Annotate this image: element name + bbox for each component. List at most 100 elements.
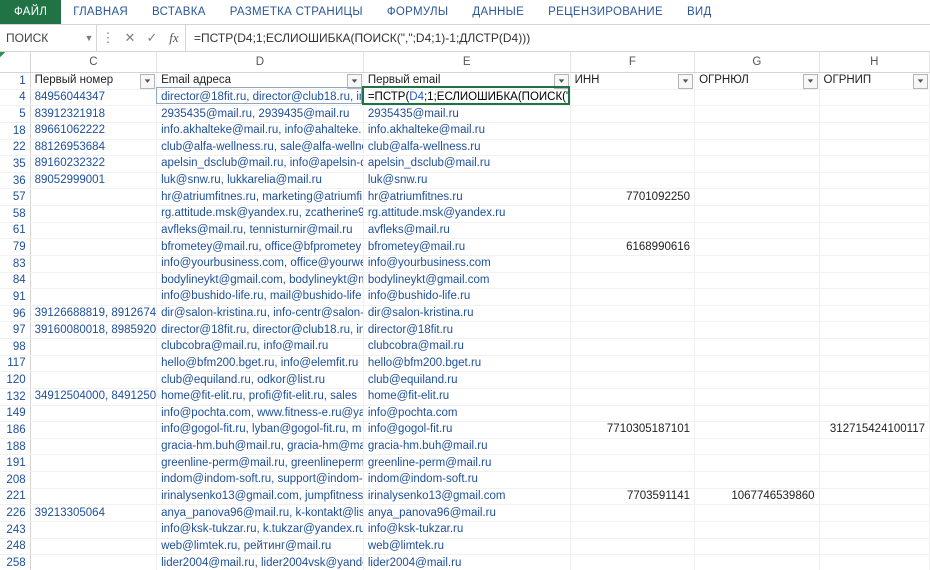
cell-D[interactable]: bfrometey@mail.ru, office@bfprometey	[157, 239, 364, 256]
cell-F[interactable]	[570, 272, 694, 289]
ribbon-tab-file[interactable]: ФАЙЛ	[0, 0, 61, 24]
cell-E[interactable]: avfleks@mail.ru	[363, 222, 570, 239]
col-header-H[interactable]: H	[819, 52, 929, 73]
row-header[interactable]: 22	[0, 139, 30, 156]
cell-H[interactable]	[819, 438, 929, 455]
cell-D[interactable]: gracia-hm.buh@mail.ru, gracia-hm@mail	[157, 438, 364, 455]
cell-D[interactable]: anya_panova96@mail.ru, k-kontakt@list.	[157, 505, 364, 522]
cell-C[interactable]: 84956044347	[30, 89, 156, 106]
cell-F[interactable]	[570, 206, 694, 223]
cell-C[interactable]	[30, 289, 156, 306]
cell-H[interactable]: ОГРНИП	[819, 73, 929, 90]
cell-G[interactable]	[695, 272, 819, 289]
filter-dropdown-icon[interactable]	[140, 74, 155, 89]
cell-G[interactable]	[695, 505, 819, 522]
row-header[interactable]: 248	[0, 538, 30, 555]
cell-G[interactable]	[695, 305, 819, 322]
cell-C[interactable]: 39213305064	[30, 505, 156, 522]
insert-function-icon[interactable]: fx	[163, 30, 185, 46]
cell-H[interactable]	[819, 189, 929, 206]
cell-H[interactable]	[819, 305, 929, 322]
cell-E[interactable]: =ПСТР(D4;1;ЕСЛИОШИБКА(ПОИСК(",";D4;1)-1;…	[363, 89, 570, 106]
cell-G[interactable]	[695, 322, 819, 339]
row-header[interactable]: 186	[0, 422, 30, 439]
cell-C[interactable]	[30, 206, 156, 223]
cell-E[interactable]: Первый email	[363, 73, 570, 90]
cell-C[interactable]: 89160232322	[30, 156, 156, 173]
cell-F[interactable]	[570, 505, 694, 522]
cell-C[interactable]: 39126688819, 89126741422	[30, 305, 156, 322]
cell-E[interactable]: 2935435@mail.ru	[363, 106, 570, 123]
cell-E[interactable]: apelsin_dsclub@mail.ru	[363, 156, 570, 173]
row-header[interactable]: 208	[0, 472, 30, 489]
cell-E[interactable]: club@equiland.ru	[363, 372, 570, 389]
cell-E[interactable]: info@bushido-life.ru	[363, 289, 570, 306]
cell-C[interactable]	[30, 538, 156, 555]
cell-C[interactable]	[30, 472, 156, 489]
row-header[interactable]: 98	[0, 339, 30, 356]
cell-D[interactable]: greenline-perm@mail.ru, greenlineperm	[157, 455, 364, 472]
cell-G[interactable]	[695, 239, 819, 256]
cell-G[interactable]: 1067746539860	[695, 488, 819, 505]
cell-E[interactable]: info@pochta.com	[363, 405, 570, 422]
cell-C[interactable]: Первый номер	[30, 73, 156, 90]
cell-H[interactable]	[819, 355, 929, 372]
cell-H[interactable]	[819, 322, 929, 339]
cell-E[interactable]: home@fit-elit.ru	[363, 388, 570, 405]
cell-G[interactable]	[695, 472, 819, 489]
cell-G[interactable]	[695, 289, 819, 306]
cell-F[interactable]	[570, 172, 694, 189]
cell-C[interactable]: 39160080018, 89859202218	[30, 322, 156, 339]
cell-G[interactable]	[695, 438, 819, 455]
cell-F[interactable]	[570, 438, 694, 455]
row-header[interactable]: 120	[0, 372, 30, 389]
cell-E[interactable]: hello@bfm200.bget.ru	[363, 355, 570, 372]
cell-E[interactable]: info@yourbusiness.com	[363, 255, 570, 272]
row-header[interactable]: 188	[0, 438, 30, 455]
cell-C[interactable]	[30, 339, 156, 356]
cell-D[interactable]: bodylineykt@gmail.com, bodylineykt@m	[157, 272, 364, 289]
ribbon-tab-data[interactable]: ДАННЫЕ	[460, 0, 536, 24]
filter-dropdown-icon[interactable]	[913, 74, 928, 89]
name-box-dropdown-icon[interactable]: ▼	[82, 33, 96, 43]
cell-F[interactable]	[570, 388, 694, 405]
cell-H[interactable]	[819, 521, 929, 538]
cell-H[interactable]	[819, 472, 929, 489]
cell-C[interactable]	[30, 189, 156, 206]
cell-H[interactable]	[819, 106, 929, 123]
cell-C[interactable]	[30, 422, 156, 439]
cell-G[interactable]	[695, 555, 819, 570]
cell-D[interactable]: apelsin_dsclub@mail.ru, info@apelsin-d	[157, 156, 364, 173]
cell-H[interactable]: 312715424100117	[819, 422, 929, 439]
ribbon-tab-review[interactable]: РЕЦЕНЗИРОВАНИЕ	[536, 0, 675, 24]
cell-D[interactable]: luk@snw.ru, lukkarelia@mail.ru	[157, 172, 364, 189]
cell-E[interactable]: hr@atriumfitnes.ru	[363, 189, 570, 206]
formula-enter-icon[interactable]: ✓	[141, 30, 163, 46]
row-header[interactable]: 83	[0, 255, 30, 272]
cell-C[interactable]: 89052999001	[30, 172, 156, 189]
cell-C[interactable]	[30, 438, 156, 455]
cell-D[interactable]: 2935435@mail.ru, 2939435@mail.ru	[157, 106, 364, 123]
cell-H[interactable]	[819, 388, 929, 405]
cell-F[interactable]	[570, 322, 694, 339]
row-header[interactable]: 84	[0, 272, 30, 289]
cell-G[interactable]	[695, 405, 819, 422]
row-header[interactable]: 149	[0, 405, 30, 422]
cell-E[interactable]: gracia-hm.buh@mail.ru	[363, 438, 570, 455]
row-header[interactable]: 4	[0, 89, 30, 106]
cell-D[interactable]: lider2004@mail.ru, lider2004vsk@yande	[157, 555, 364, 570]
cell-E[interactable]: info.akhalteke@mail.ru	[363, 122, 570, 139]
cell-D[interactable]: Email адреса	[157, 73, 364, 90]
col-header-E[interactable]: E	[363, 52, 570, 73]
cell-D[interactable]: director@18fit.ru, director@club18.ru, i…	[157, 322, 364, 339]
cell-D[interactable]: home@fit-elit.ru, profi@fit-elit.ru, sal…	[157, 388, 364, 405]
ribbon-tab-formulas[interactable]: ФОРМУЛЫ	[375, 0, 461, 24]
cell-E[interactable]: greenline-perm@mail.ru	[363, 455, 570, 472]
cell-H[interactable]	[819, 239, 929, 256]
cell-F[interactable]	[570, 139, 694, 156]
cell-C[interactable]: 88126953684	[30, 139, 156, 156]
ribbon-tab-insert[interactable]: ВСТАВКА	[140, 0, 218, 24]
cell-D[interactable]: avfleks@mail.ru, tennisturnir@mail.ru	[157, 222, 364, 239]
cell-F[interactable]	[570, 89, 694, 106]
row-header[interactable]: 226	[0, 505, 30, 522]
